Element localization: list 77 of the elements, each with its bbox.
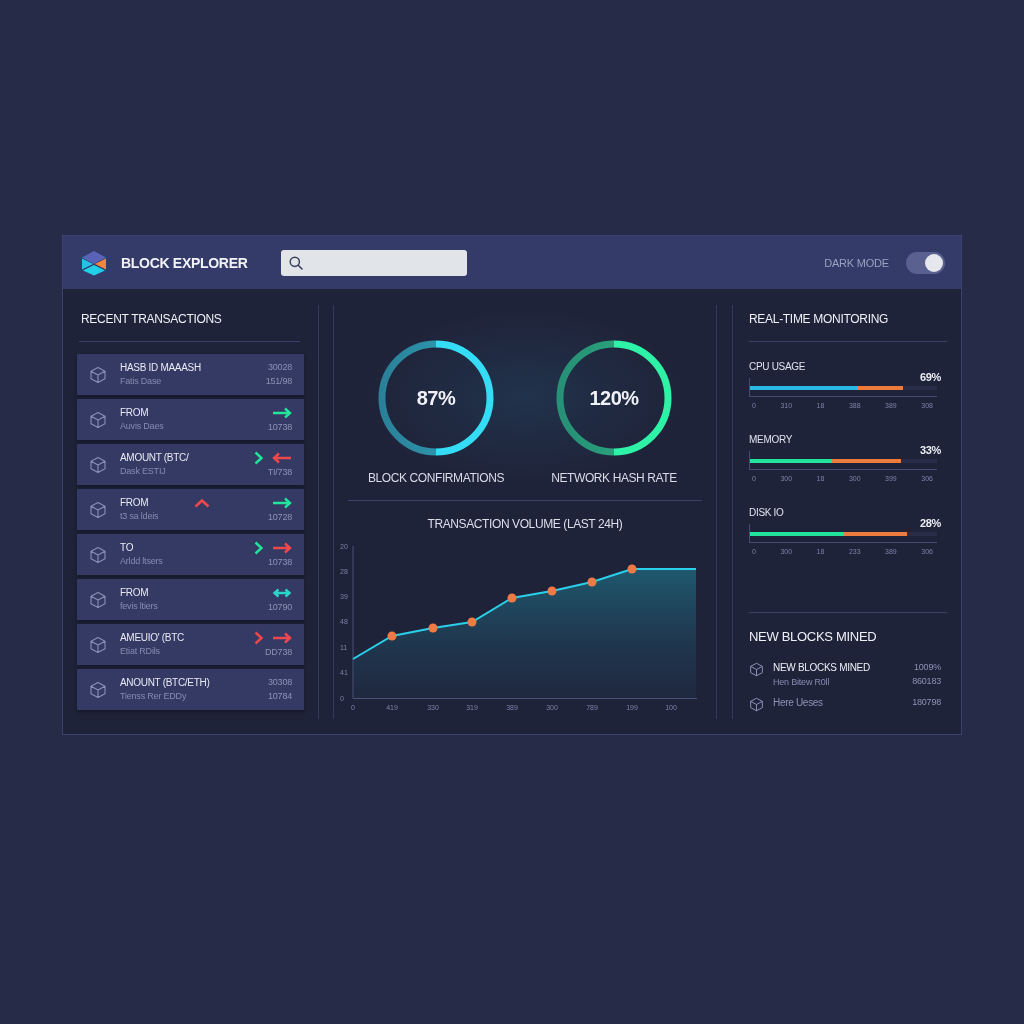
transaction-title: HASB ID MAAASH <box>120 362 201 374</box>
search-icon <box>289 255 304 270</box>
section-title: NEW BLOCKS MINED <box>749 630 877 644</box>
cube-icon <box>749 697 764 712</box>
cube-icon <box>89 635 107 654</box>
gauge-value: 87% <box>416 386 456 410</box>
block-title: Here Ueses <box>773 697 823 709</box>
transaction-number: 151/98 <box>265 376 292 387</box>
block-number: 180798 <box>912 697 941 708</box>
cube-icon <box>89 410 107 429</box>
app-title: BLOCK EXPLORER <box>121 254 248 271</box>
metric-label: CPU USAGE <box>749 361 806 373</box>
data-point <box>587 577 597 587</box>
gauge-label: BLOCK CONFIRMATIONS <box>367 471 505 485</box>
block-detail: Hen Bitew R0ll <box>773 677 830 688</box>
cube-icon <box>89 545 107 564</box>
block-number: 1009% <box>913 662 941 673</box>
transaction-row[interactable]: FROM Auvis Daes 10738 <box>77 399 304 440</box>
metric-value: 69% <box>919 371 941 383</box>
transaction-detail: Fatis Dase <box>120 376 161 387</box>
cube-icon <box>89 590 107 609</box>
transaction-number: DD738 <box>265 646 292 658</box>
transaction-number: 10738 <box>267 421 292 433</box>
data-point <box>627 564 637 574</box>
transaction-detail: fevis ltiers <box>120 601 158 612</box>
transaction-number: 30028 <box>267 362 292 373</box>
transaction-detail: Arldd ltsers <box>120 556 163 567</box>
transaction-number: 10738 <box>267 556 292 568</box>
transaction-row[interactable]: FROM t3 sa ldeis 10728 <box>77 489 304 530</box>
dark-mode-label: DARK MODE <box>824 256 889 269</box>
transaction-detail: t3 sa ldeis <box>120 511 159 522</box>
transaction-number: 10790 <box>267 601 292 613</box>
transaction-number: 10784 <box>267 691 292 702</box>
cube-icon <box>89 365 107 384</box>
transaction-title: TO <box>120 542 134 554</box>
transaction-title: AMEUIO' (BTC <box>120 632 184 644</box>
section-title: REAL-TIME MONITORING <box>749 312 889 326</box>
transaction-row[interactable]: AMEUIO' (BTC Etiat RDils DD738 <box>77 624 304 665</box>
transaction-number: TI/738 <box>267 466 292 478</box>
cube-icon <box>89 455 107 474</box>
transaction-row[interactable]: ANOUNT (BTC/ETH) Tienss Rer EDDy 30308 10784 <box>77 669 304 710</box>
metric-value: 28% <box>919 517 941 529</box>
transaction-number: 30308 <box>267 677 292 688</box>
transaction-title: FROM <box>120 497 149 509</box>
cube-icon <box>749 662 764 677</box>
metric-value: 33% <box>919 444 941 456</box>
transaction-detail: Dask ESTIJ <box>120 466 166 477</box>
gauge-label: NETWORK HASH RATE <box>551 471 677 485</box>
transaction-row[interactable]: HASB ID MAAASH Fatis Dase 30028 151/98 <box>77 354 304 395</box>
transaction-row[interactable]: AMOUNT (BTC/ Dask ESTIJ TI/738 <box>77 444 304 485</box>
transaction-row[interactable]: TO Arldd ltsers 10738 <box>77 534 304 575</box>
data-point <box>547 586 557 596</box>
transaction-title: FROM <box>120 407 149 419</box>
data-point <box>507 593 517 603</box>
transaction-number: 10728 <box>267 511 292 523</box>
block-title: NEW BLOCKS MINED <box>773 662 870 674</box>
transaction-detail: Tienss Rer EDDy <box>120 691 187 702</box>
cube-logo-icon <box>81 249 107 276</box>
block-number: 860183 <box>912 676 941 687</box>
gauge-value: 120% <box>589 386 639 410</box>
section-title: RECENT TRANSACTIONS <box>81 312 222 326</box>
data-point <box>428 623 438 633</box>
transaction-title: AMOUNT (BTC/ <box>120 452 189 464</box>
search-field[interactable] <box>281 249 468 276</box>
cube-icon <box>89 680 107 699</box>
cube-icon <box>89 500 107 519</box>
transaction-detail: Etiat RDils <box>120 646 160 657</box>
chart-title: TRANSACTION VOLUME (LAST 24H) <box>427 517 623 531</box>
dark-mode-toggle[interactable] <box>906 251 945 274</box>
data-point <box>387 631 397 641</box>
transaction-row[interactable]: FROM fevis ltiers 10790 <box>77 579 304 620</box>
transaction-detail: Auvis Daes <box>120 421 164 432</box>
metric-label: MEMORY <box>749 434 793 446</box>
data-point <box>467 617 477 627</box>
metric-label: DISK IO <box>749 507 784 519</box>
transaction-title: ANOUNT (BTC/ETH) <box>120 677 210 689</box>
transaction-title: FROM <box>120 587 149 599</box>
